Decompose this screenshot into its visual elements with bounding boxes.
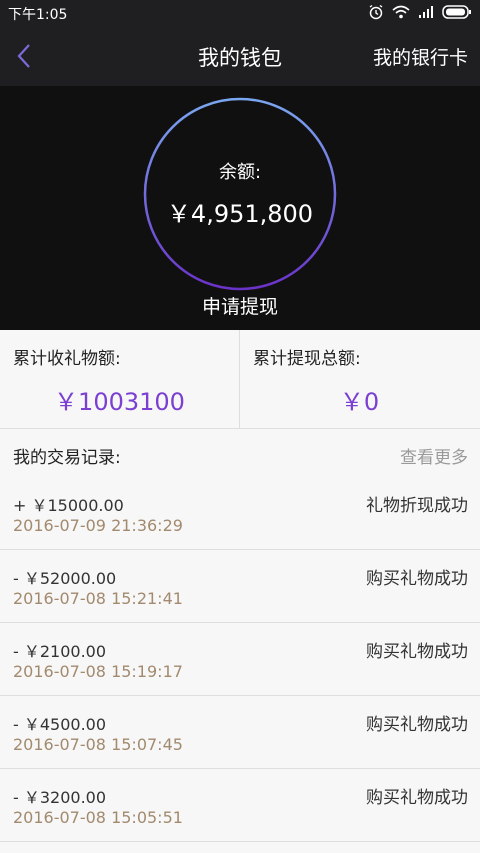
transaction-status: 购买礼物成功 (366, 715, 468, 735)
top-nav-bar: 我的钱包 我的银行卡 (0, 26, 480, 86)
transaction-row[interactable]: - ￥52000.00 2016-07-08 15:21:41 购买礼物成功 (0, 550, 480, 623)
status-time: 下午1:05 (8, 7, 68, 23)
transaction-amount: + ￥15000.00 (13, 496, 124, 515)
transaction-date: 2016-07-09 21:36:29 (13, 516, 183, 535)
transaction-status: 购买礼物成功 (366, 642, 468, 662)
total-gifts-value: ￥1003100 (54, 388, 185, 416)
total-gifts-label: 累计收礼物额: (13, 349, 121, 369)
transaction-row[interactable]: + ￥15000.00 2016-07-09 21:36:29 礼物折现成功 (0, 477, 480, 550)
apply-withdraw-button[interactable]: 申请提现 (0, 292, 480, 319)
balance-label: 余额: (218, 162, 262, 183)
my-bank-card-link[interactable]: 我的银行卡 (373, 43, 468, 70)
transaction-amount: - ￥2100.00 (13, 642, 107, 661)
transaction-date: 2016-07-08 15:07:45 (13, 735, 183, 754)
view-more-link[interactable]: 查看更多 (400, 443, 468, 468)
transaction-amount: - ￥3200.00 (13, 788, 107, 807)
balance-panel: 余额: ￥4,951,800 申请提现 (0, 86, 480, 330)
transaction-status: 礼物折现成功 (366, 496, 468, 516)
transaction-amount: - ￥52000.00 (13, 569, 117, 588)
alarm-icon (369, 4, 383, 20)
transaction-date: 2016-07-08 15:19:17 (13, 662, 183, 681)
balance-amount: ￥4,951,800 (166, 200, 314, 228)
transaction-status: 购买礼物成功 (366, 788, 468, 808)
transaction-row[interactable]: - ￥3200.00 2016-07-08 15:05:51 购买礼物成功 (0, 769, 480, 842)
total-withdraw-label: 累计提现总额: (253, 349, 361, 369)
signal-icon (419, 6, 433, 18)
records-title: 我的交易记录: (13, 448, 121, 468)
records-header: 我的交易记录: 查看更多 (0, 429, 480, 477)
total-gifts-cell: 累计收礼物额: ￥1003100 (0, 330, 240, 428)
transaction-amount: - ￥4500.00 (13, 715, 107, 734)
transaction-date: 2016-07-08 15:21:41 (13, 589, 183, 608)
transaction-row[interactable]: - ￥4500.00 2016-07-08 15:07:45 购买礼物成功 (0, 696, 480, 769)
total-withdraw-cell: 累计提现总额: ￥0 (240, 330, 479, 428)
transaction-list: + ￥15000.00 2016-07-09 21:36:29 礼物折现成功 -… (0, 477, 480, 842)
battery-icon (442, 5, 471, 19)
transaction-status: 购买礼物成功 (366, 569, 468, 589)
balance-ring: 余额: ￥4,951,800 (142, 96, 338, 292)
status-bar: 下午1:05 (0, 0, 480, 26)
transaction-row[interactable]: - ￥2100.00 2016-07-08 15:19:17 购买礼物成功 (0, 623, 480, 696)
status-icons (368, 4, 472, 20)
total-withdraw-value: ￥0 (339, 388, 380, 416)
wifi-icon (392, 5, 410, 19)
transaction-date: 2016-07-08 15:05:51 (13, 808, 183, 827)
summary-stats: 累计收礼物额: ￥1003100 累计提现总额: ￥0 (0, 330, 480, 429)
